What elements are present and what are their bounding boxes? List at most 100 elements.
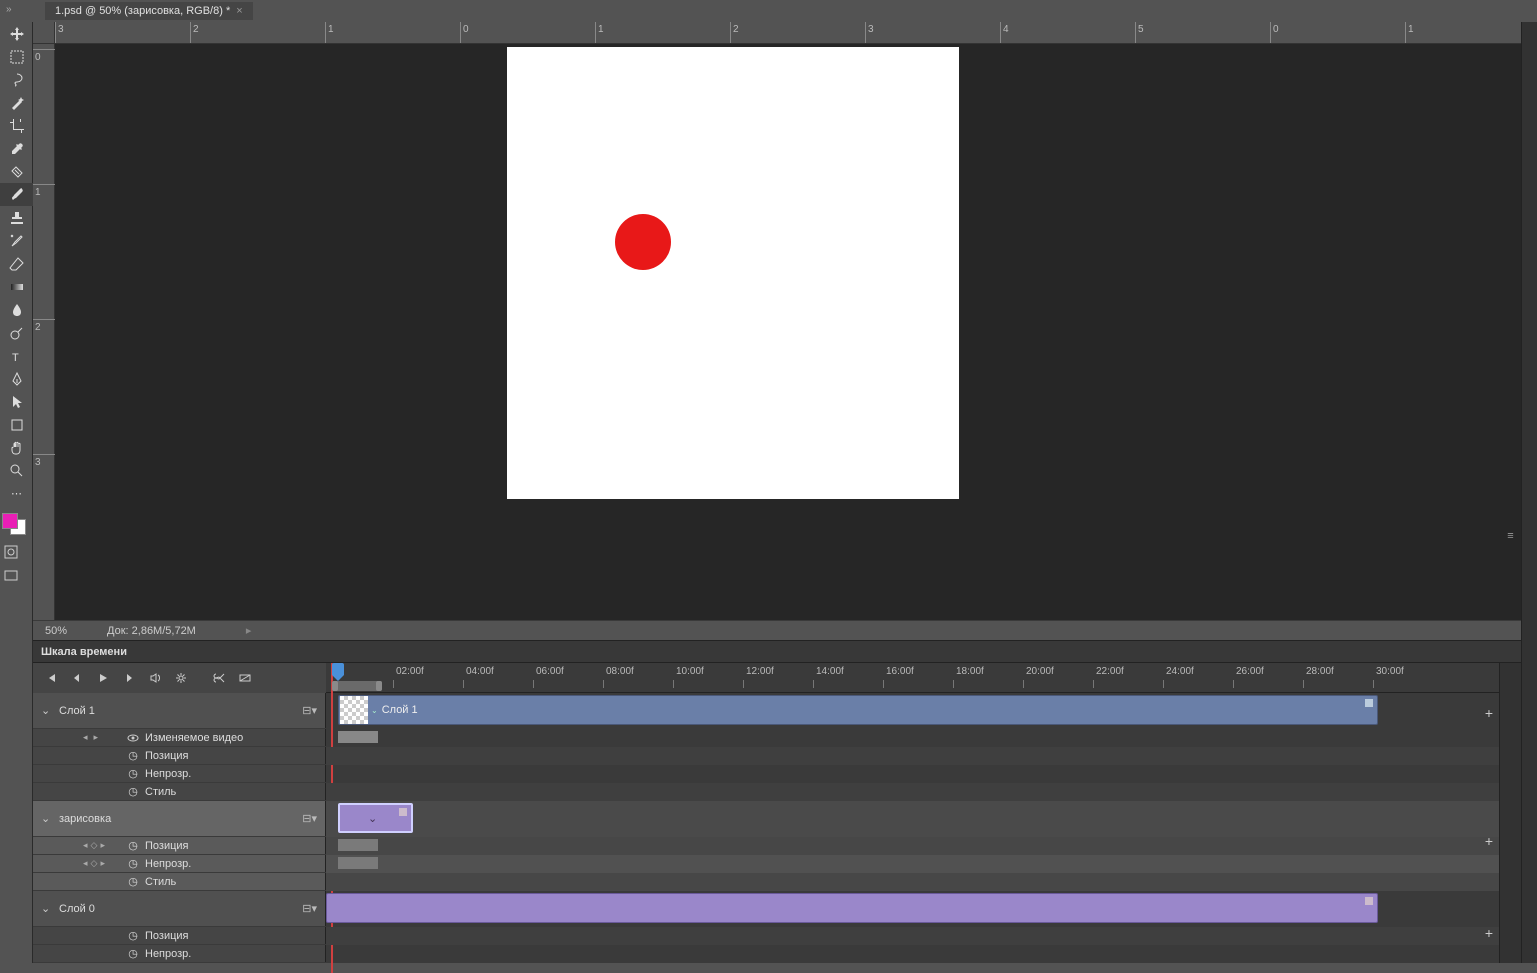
timeline-prop-row[interactable]: ◷Стиль [33, 873, 326, 891]
hand-tool[interactable] [0, 436, 33, 459]
layer-menu-icon[interactable]: ⊟▾ [302, 704, 317, 717]
timeline-prop-row[interactable]: ◷Непрозр. [33, 765, 326, 783]
split-button[interactable] [207, 666, 231, 690]
lasso-tool[interactable] [0, 68, 33, 91]
brush-tool[interactable] [0, 183, 33, 206]
blur-tool[interactable] [0, 298, 33, 321]
quickmask-icon[interactable] [0, 541, 22, 563]
stopwatch-icon[interactable]: ◷ [127, 930, 139, 942]
timeline-ruler[interactable]: 02:00f 04:00f 06:00f 08:00f 10:00f 12:00… [326, 663, 1499, 693]
crop-tool[interactable] [0, 114, 33, 137]
track-lane[interactable]: ⌄ [326, 801, 1499, 837]
keyframe-range[interactable] [338, 731, 378, 743]
stopwatch-icon[interactable]: ◷ [127, 786, 139, 798]
playhead[interactable] [332, 663, 344, 675]
add-track-button[interactable]: + [1485, 705, 1493, 721]
pen-tool[interactable] [0, 367, 33, 390]
track-lane[interactable] [326, 891, 1499, 927]
chevron-down-icon[interactable]: ⌄ [368, 812, 377, 825]
audio-button[interactable] [143, 666, 167, 690]
eyedropper-tool[interactable] [0, 137, 33, 160]
transition-button[interactable] [233, 666, 257, 690]
heal-tool[interactable] [0, 160, 33, 183]
track-lane[interactable] [326, 783, 1499, 801]
first-frame-button[interactable] [39, 666, 63, 690]
timeline-prop-row[interactable]: ◷Позиция [33, 747, 326, 765]
move-tool[interactable] [0, 22, 33, 45]
clip-bar[interactable]: ⌄ [338, 803, 413, 833]
work-area-bar[interactable] [332, 681, 382, 691]
track-lane[interactable] [326, 855, 1499, 873]
clip-end-marker [1365, 897, 1373, 905]
add-track-button[interactable]: + [1485, 833, 1493, 849]
keyframe-range[interactable] [338, 857, 378, 869]
timeline-right-gutter: ≡ [1499, 663, 1521, 963]
collapse-icon[interactable]: ⌄ [41, 902, 53, 915]
shape-tool[interactable] [0, 413, 33, 436]
panel-dock[interactable] [1521, 22, 1537, 963]
add-track-button[interactable]: + [1485, 925, 1493, 941]
gradient-tool[interactable] [0, 275, 33, 298]
zoom-level[interactable]: 50% [45, 625, 67, 637]
eraser-tool[interactable] [0, 252, 33, 275]
history-brush-tool[interactable] [0, 229, 33, 252]
track-lane[interactable]: ⌄ Слой 1 [326, 693, 1499, 729]
track-lane[interactable] [326, 945, 1499, 963]
settings-button[interactable] [169, 666, 193, 690]
close-tab-icon[interactable]: × [236, 5, 242, 17]
dodge-tool[interactable] [0, 321, 33, 344]
track-lane[interactable] [326, 729, 1499, 747]
layer-menu-icon[interactable]: ⊟▾ [302, 902, 317, 915]
stopwatch-icon[interactable]: ◷ [127, 750, 139, 762]
clip-thumbnail [340, 805, 368, 831]
status-arrow-icon[interactable]: ▸ [246, 624, 252, 637]
foreground-color[interactable] [2, 513, 18, 529]
timeline-prop-row[interactable]: ◂◇▸◷Непрозр. [33, 855, 326, 873]
timeline-layer-header[interactable]: ⌄ Слой 0 ⊟▾ [33, 891, 326, 927]
play-button[interactable] [91, 666, 115, 690]
type-tool[interactable]: T [0, 344, 33, 367]
expand-panels-icon[interactable]: » [6, 4, 12, 15]
prev-frame-button[interactable] [65, 666, 89, 690]
edit-toolbar-icon[interactable]: ⋯ [0, 482, 33, 505]
track-lane[interactable] [326, 927, 1499, 945]
layer-menu-icon[interactable]: ⊟▾ [302, 812, 317, 825]
color-swatches[interactable] [0, 509, 32, 539]
timeline-prop-row[interactable]: ◂◇▸◷Позиция [33, 837, 326, 855]
track-lane[interactable] [326, 747, 1499, 765]
wand-tool[interactable] [0, 91, 33, 114]
stopwatch-icon[interactable]: ◷ [127, 948, 139, 960]
path-select-tool[interactable] [0, 390, 33, 413]
collapse-icon[interactable]: ⌄ [41, 812, 53, 825]
timeline-prop-row[interactable]: ◷Непрозр. [33, 945, 326, 963]
zoom-tool[interactable] [0, 459, 33, 482]
canvas-viewport[interactable] [55, 44, 1521, 620]
timeline-prop-row[interactable]: ◷Стиль [33, 783, 326, 801]
stopwatch-icon[interactable]: ◷ [127, 858, 139, 870]
panel-menu-icon[interactable]: ≡ [1507, 530, 1513, 542]
vertical-ruler[interactable]: 0 1 2 3 [33, 44, 55, 620]
chevron-down-icon[interactable]: ⌄ [371, 706, 378, 715]
timeline-layer-header[interactable]: ⌄ Слой 1 ⊟▾ [33, 693, 326, 729]
stopwatch-icon[interactable]: ◷ [127, 876, 139, 888]
track-lane[interactable] [326, 765, 1499, 783]
stamp-tool[interactable] [0, 206, 33, 229]
keyframe-range[interactable] [338, 839, 378, 851]
horizontal-ruler[interactable]: 3 2 1 0 1 2 3 4 5 0 1 [55, 22, 1521, 44]
marquee-tool[interactable] [0, 45, 33, 68]
clip-bar[interactable] [326, 893, 1378, 923]
timeline-prop-row[interactable]: ◂▸Изменяемое видео [33, 729, 326, 747]
screenmode-icon[interactable] [0, 565, 22, 587]
document-tab[interactable]: 1.psd @ 50% (зарисовка, RGB/8) * × [45, 2, 253, 20]
clip-bar[interactable]: ⌄ Слой 1 [338, 695, 1378, 725]
next-frame-button[interactable] [117, 666, 141, 690]
timeline-prop-row[interactable]: ◷Позиция [33, 927, 326, 945]
timeline-header[interactable]: Шкала времени [33, 641, 1521, 663]
stopwatch-icon[interactable]: ◷ [127, 768, 139, 780]
stopwatch-icon[interactable]: ◷ [127, 840, 139, 852]
collapse-icon[interactable]: ⌄ [41, 704, 53, 717]
timeline-layer-header[interactable]: ⌄ зарисовка ⊟▾ [33, 801, 326, 837]
track-lane[interactable] [326, 873, 1499, 891]
track-lane[interactable] [326, 837, 1499, 855]
doc-size[interactable]: Док: 2,86M/5,72M [107, 625, 196, 637]
